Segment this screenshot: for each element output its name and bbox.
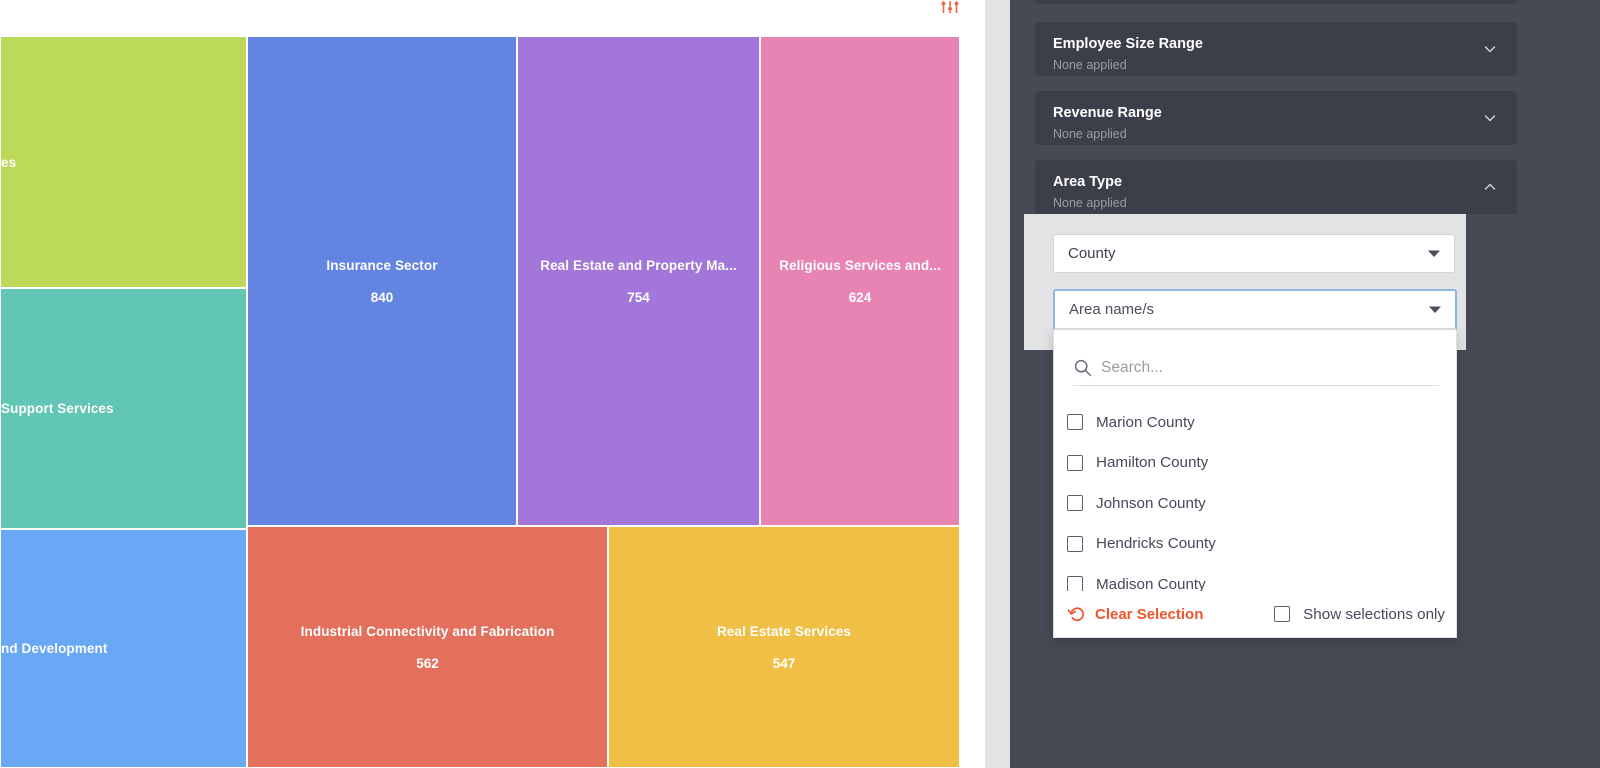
dropdown-option[interactable]: Marion County xyxy=(1054,402,1456,443)
treemap-tile[interactable]: Support Services xyxy=(0,288,247,529)
checkbox-box[interactable] xyxy=(1067,576,1083,592)
treemap-tile[interactable]: Industrial Connectivity and Fabrication 5… xyxy=(247,526,608,768)
filter-card-subtitle: None applied xyxy=(1053,127,1127,141)
treemap-tile[interactable]: Religious Services and... 624 xyxy=(760,36,960,526)
dropdown-option[interactable]: Johnson County xyxy=(1054,483,1456,524)
area-names-dropdown: Search... Marion County Hamilton County Jo… xyxy=(1053,330,1457,638)
app-root: es Support Services nd Development Insuranc… xyxy=(0,0,1600,768)
treemap-tile[interactable]: Real Estate and Property Ma... 754 xyxy=(517,36,760,526)
treemap-tile-label: nd Development xyxy=(1,641,108,656)
show-selections-only-label: Show selections only xyxy=(1303,605,1445,623)
dropdown-option[interactable]: Madison County xyxy=(1054,564,1456,592)
treemap-tile-label: Real Estate and Property Ma... xyxy=(540,257,737,273)
chevron-down-icon[interactable] xyxy=(1481,40,1499,58)
area-names-select[interactable]: Area name/s xyxy=(1053,289,1457,330)
treemap-tile[interactable]: es xyxy=(0,36,247,288)
undo-icon xyxy=(1067,605,1086,624)
treemap-tile-value: 562 xyxy=(416,655,439,671)
treemap-tile-label: Real Estate Services xyxy=(716,623,852,639)
filter-card-employee-size-range[interactable]: Employee Size Range None applied xyxy=(1035,22,1517,76)
checkbox-box[interactable] xyxy=(1067,454,1083,471)
treemap-tile-value: 547 xyxy=(772,655,796,671)
area-type-select[interactable]: County xyxy=(1053,234,1455,273)
dropdown-option-label: Hendricks County xyxy=(1096,535,1216,553)
treemap-tile[interactable]: Real Estate Services 547 xyxy=(608,526,960,768)
sliders-icon[interactable] xyxy=(940,0,960,21)
treemap-tile-label: Insurance Sector xyxy=(326,257,438,273)
treemap-tile-value: 754 xyxy=(627,289,650,305)
filter-card-partial[interactable] xyxy=(1035,0,1517,4)
filter-card-title: Revenue Range xyxy=(1053,105,1162,121)
checkbox-box[interactable] xyxy=(1067,535,1083,552)
clear-selection-label: Clear Selection xyxy=(1095,605,1204,623)
dropdown-footer: Clear Selection Show selections only xyxy=(1054,591,1456,637)
pane-gutter[interactable] xyxy=(985,0,1010,768)
treemap-tile-label: es xyxy=(1,154,17,170)
checkbox-box[interactable] xyxy=(1067,414,1083,431)
filter-card-subtitle: None applied xyxy=(1053,196,1127,210)
dropdown-option-label: Marion County xyxy=(1096,413,1195,431)
caret-down-icon[interactable] xyxy=(1427,245,1441,262)
treemap-tile-value: 624 xyxy=(848,289,872,305)
filter-card-subtitle: None applied xyxy=(1053,58,1127,72)
filter-card-title: Area Type xyxy=(1053,174,1123,190)
dropdown-search-input[interactable]: Search... xyxy=(1101,359,1163,377)
treemap-toolbar xyxy=(940,0,960,30)
treemap-tile-value: 840 xyxy=(370,289,394,305)
treemap-tile[interactable]: nd Development xyxy=(0,529,247,768)
dropdown-search-row[interactable]: Search... xyxy=(1073,350,1439,386)
search-icon xyxy=(1073,358,1093,378)
treemap-tile-label: Religious Services and... xyxy=(779,257,941,273)
dropdown-option-label: Johnson County xyxy=(1096,494,1206,512)
filter-card-revenue-range[interactable]: Revenue Range None applied xyxy=(1035,91,1517,145)
dropdown-option[interactable]: Hendricks County xyxy=(1054,524,1456,565)
treemap-tile-label: Support Services xyxy=(1,401,114,416)
checkbox-box[interactable] xyxy=(1067,495,1083,512)
caret-down-icon[interactable] xyxy=(1428,301,1442,318)
treemap-chart: es Support Services nd Development Insuranc… xyxy=(0,36,960,768)
dropdown-option-label: Hamilton County xyxy=(1096,454,1209,472)
area-type-select-value: County xyxy=(1068,245,1116,262)
filter-card-title: Employee Size Range xyxy=(1053,36,1203,52)
treemap-pane: es Support Services nd Development Insuranc… xyxy=(0,0,985,768)
chevron-down-icon[interactable] xyxy=(1481,109,1499,127)
filter-card-area-type[interactable]: Area Type None applied xyxy=(1035,160,1517,214)
show-selections-only-checkbox[interactable]: Show selections only xyxy=(1274,606,1445,623)
dropdown-options-list[interactable]: Marion County Hamilton County Johnson Coun… xyxy=(1054,402,1456,592)
checkbox-box[interactable] xyxy=(1274,606,1291,622)
dropdown-option-label: Madison County xyxy=(1096,575,1206,592)
treemap-tile-label: Industrial Connectivity and Fabrication xyxy=(300,623,555,639)
clear-selection-button[interactable]: Clear Selection xyxy=(1067,605,1203,624)
chevron-up-icon[interactable] xyxy=(1481,178,1499,196)
treemap-tile[interactable]: Insurance Sector 840 xyxy=(247,36,517,526)
area-names-select-value: Area name/s xyxy=(1069,301,1155,318)
dropdown-option[interactable]: Hamilton County xyxy=(1054,443,1456,484)
